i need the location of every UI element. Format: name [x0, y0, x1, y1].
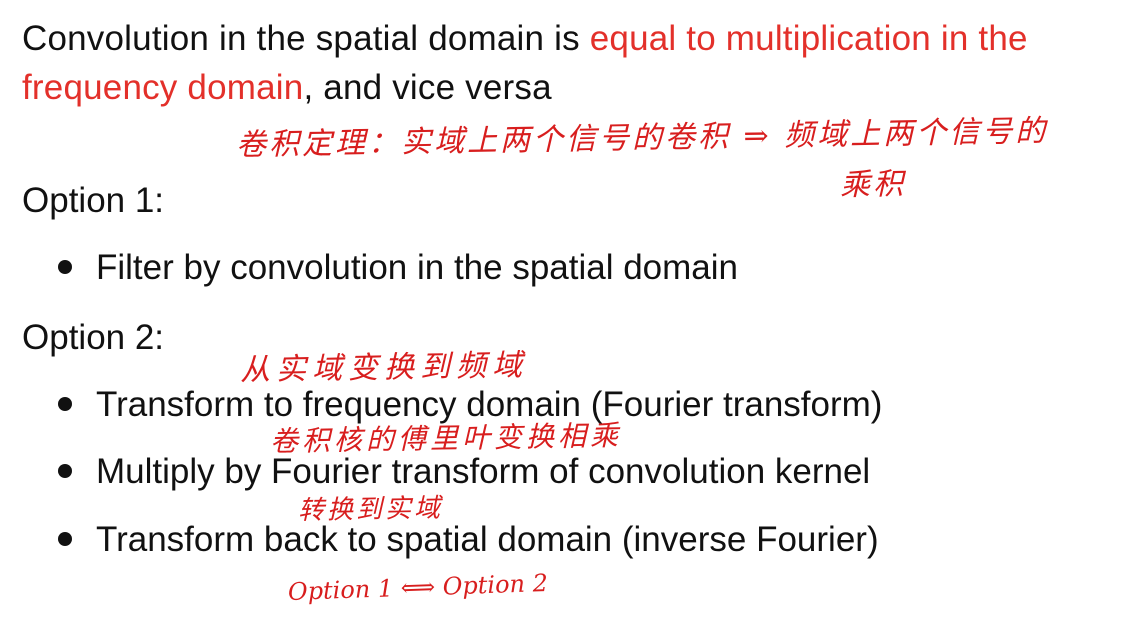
- annotation-to-frequency: 从实域变换到频域: [239, 347, 529, 388]
- intro-part2: , and vice versa: [303, 68, 552, 107]
- option2-heading: Option 2:: [22, 318, 165, 357]
- intro-part1: Convolution in the spatial domain is: [22, 19, 590, 58]
- option1-bullet: Filter by convolution in the spatial dom…: [58, 248, 738, 288]
- bullet-text: Multiply by Fourier transform of convolu…: [96, 452, 871, 491]
- annotation-equivalence: Option 1 ⟺ Option 2: [287, 568, 549, 606]
- bullet-dot: [58, 259, 72, 274]
- bullet-dot: [58, 531, 72, 546]
- bullet-text: Filter by convolution in the spatial dom…: [96, 248, 739, 287]
- bullet-dot: [58, 463, 72, 478]
- bullet-dot: [58, 396, 72, 411]
- annotation-convolution-theorem: 卷积定理：实域上两个信号的卷积 ⇒ 频域上两个信号的: [235, 113, 1049, 163]
- intro-text: Convolution in the spatial domain is equ…: [22, 14, 1102, 112]
- bullet-text: Transform back to spatial domain (invers…: [96, 520, 879, 559]
- annotation-product: 乘积: [839, 166, 907, 203]
- option2-bullet-inverse: Transform back to spatial domain (invers…: [58, 520, 879, 560]
- option1-heading: Option 1:: [22, 181, 165, 220]
- slide: Convolution in the spatial domain is equ…: [0, 0, 1123, 617]
- option2-bullet-multiply: Multiply by Fourier transform of convolu…: [58, 452, 870, 492]
